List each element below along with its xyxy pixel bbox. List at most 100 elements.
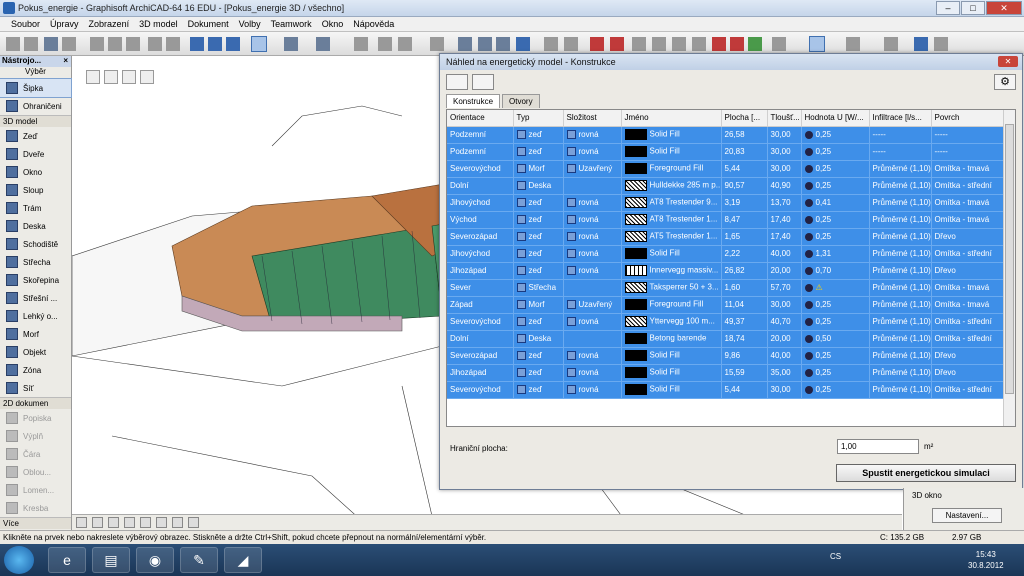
explore-icon[interactable] <box>188 517 199 528</box>
settings-button[interactable]: Nastavení... <box>932 508 1002 523</box>
tool-shell[interactable]: Skořepina <box>0 271 71 289</box>
tab-konstrukce[interactable]: Konstrukce <box>446 94 501 108</box>
print-icon[interactable] <box>62 37 76 51</box>
menu-dokument[interactable]: Dokument <box>183 17 234 31</box>
energy-settings-icon[interactable] <box>730 37 744 51</box>
tool-mesh[interactable]: Síť <box>0 379 71 397</box>
tool-morph[interactable]: Morf <box>0 325 71 343</box>
orbit-nav-icon[interactable] <box>172 517 183 528</box>
stretch-icon[interactable] <box>652 37 666 51</box>
start-button[interactable] <box>4 546 34 574</box>
tool-stair[interactable]: Schodiště <box>0 235 71 253</box>
gear-icon[interactable]: ⚙ <box>994 74 1016 90</box>
table-row[interactable]: Sever Střecha Taksperrer 50 + 3... 1,60 57,7… <box>447 279 1004 297</box>
zoom-tool-icon[interactable] <box>884 37 898 51</box>
menu-3d-model[interactable]: 3D model <box>134 17 183 31</box>
table-row[interactable]: Severozápad zeď rovná AT5 Trestender 1... 1,… <box>447 228 1004 246</box>
save-icon[interactable] <box>44 37 58 51</box>
table-scrollbar[interactable] <box>1003 110 1015 426</box>
col-typ[interactable]: Typ <box>513 110 564 127</box>
toolbox-group-3d-model[interactable]: 3D model <box>0 115 71 127</box>
copy-icon[interactable] <box>108 37 122 51</box>
tool-slab[interactable]: Deska <box>0 217 71 235</box>
tool-skylight[interactable]: Střešní ... <box>0 289 71 307</box>
refresh-icon[interactable] <box>472 74 494 90</box>
drag-icon[interactable] <box>564 37 578 51</box>
snap-icon[interactable] <box>284 37 298 51</box>
toolbox-group-2d[interactable]: 2D dokumen <box>0 397 71 409</box>
col-plocha[interactable]: Plocha [... <box>721 110 768 127</box>
tool-marquee[interactable]: Ohraničeni <box>0 97 71 115</box>
tool-arrow[interactable]: Šipka <box>0 78 72 98</box>
table-row[interactable]: Jihovýchod zeď rovná Solid Fill 2,22 40,00 1,3… <box>447 245 1004 263</box>
table-row[interactable]: Severovýchod Morf Uzavřený Foreground Fill 5… <box>447 160 1004 178</box>
pencil-icon[interactable] <box>226 37 240 51</box>
view-3d-icon[interactable] <box>772 37 786 51</box>
taskbar-archicad-icon[interactable]: ◢ <box>224 547 262 573</box>
zoom-in-icon[interactable] <box>76 517 87 528</box>
col-tloustka[interactable]: Tloušť... <box>767 110 802 127</box>
taskbar-ie-icon[interactable]: e <box>48 547 86 573</box>
table-row[interactable]: Dolní Deska Hulldekke 285 m p... 90,57 40,90… <box>447 177 1004 195</box>
pan-icon[interactable] <box>156 517 167 528</box>
energy-model-icon[interactable] <box>712 37 726 51</box>
col-orientace[interactable]: Orientace <box>447 110 514 127</box>
taskbar-paint-icon[interactable]: ✎ <box>180 547 218 573</box>
run-simulation-button[interactable]: Spustit energetickou simulaci <box>836 464 1016 482</box>
table-row[interactable]: Dolní Deska Betong barende 18,74 20,00 0,50 Pr… <box>447 330 1004 348</box>
maximize-button[interactable]: □ <box>961 1 985 15</box>
paste-icon[interactable] <box>126 37 140 51</box>
offset-icon[interactable] <box>610 37 624 51</box>
orbit-icon[interactable] <box>914 37 928 51</box>
fillet-icon[interactable] <box>672 37 686 51</box>
tool-column[interactable]: Sloup <box>0 181 71 199</box>
align-icon[interactable] <box>430 37 444 51</box>
table-row[interactable]: Západ Morf Uzavřený Foreground Fill 11,04 30,… <box>447 296 1004 314</box>
menu-volby[interactable]: Volby <box>234 17 266 31</box>
table-row[interactable]: Podzemní zeď rovná Solid Fill 26,58 30,00 0,25… <box>447 126 1004 144</box>
multiply-icon[interactable] <box>692 37 706 51</box>
tool-wall[interactable]: Zeď <box>0 127 71 145</box>
col-infiltrace[interactable]: Infiltrace [l/s... <box>869 110 932 127</box>
taskbar-chrome-icon[interactable]: ◉ <box>136 547 174 573</box>
redo-icon[interactable] <box>166 37 180 51</box>
fit-window-icon[interactable] <box>108 517 119 528</box>
cut-icon[interactable] <box>90 37 104 51</box>
system-clock[interactable]: 15:43 30.8.2012 <box>968 549 1004 571</box>
tool-curtain-wall[interactable]: Lehký o... <box>0 307 71 325</box>
table-row[interactable]: Jihovýchod zeď rovná AT8 Trestender 9... 3,1… <box>447 194 1004 212</box>
table-row[interactable]: Jihozápad zeď rovná Innervegg massiv... 26,8… <box>447 262 1004 280</box>
taskbar-explorer-icon[interactable]: ▤ <box>92 547 130 573</box>
dialog-close-button[interactable]: ✕ <box>998 56 1018 67</box>
perspective-icon[interactable] <box>846 37 860 51</box>
inject-icon[interactable] <box>208 37 222 51</box>
boundary-input[interactable]: 1,00 <box>837 439 919 454</box>
open-file-icon[interactable] <box>24 37 38 51</box>
table-row[interactable]: Podzemní zeď rovná Solid Fill 20,83 30,00 0,25… <box>447 143 1004 161</box>
toolbox-more[interactable]: Více <box>0 517 71 529</box>
table-row[interactable]: Východ zeď rovná AT8 Trestender 1... 8,47 17,… <box>447 211 1004 229</box>
trim-icon[interactable] <box>354 37 368 51</box>
zoom-out-icon[interactable] <box>92 517 103 528</box>
toolbox-close-icon[interactable]: × <box>63 56 68 65</box>
table-row[interactable]: Severovýchod zeď rovná Solid Fill 5,44 30,00 0… <box>447 381 1004 399</box>
menu-okno[interactable]: Okno <box>317 17 349 31</box>
resize-icon[interactable] <box>632 37 646 51</box>
close-button[interactable]: ✕ <box>986 1 1022 15</box>
tool-beam[interactable]: Trám <box>0 199 71 217</box>
tool-window[interactable]: Okno <box>0 163 71 181</box>
split-icon[interactable] <box>590 37 604 51</box>
previous-view-icon[interactable] <box>124 517 135 528</box>
energy-evaluation-icon[interactable] <box>748 37 762 51</box>
intersect-icon[interactable] <box>378 37 392 51</box>
tool-object[interactable]: Objekt <box>0 343 71 361</box>
table-row[interactable]: Jihozápad zeď rovná Solid Fill 15,59 35,00 0,2… <box>447 364 1004 382</box>
tool-door[interactable]: Dveře <box>0 145 71 163</box>
walk-icon[interactable] <box>934 37 948 51</box>
minimize-button[interactable]: – <box>936 1 960 15</box>
rotate-icon[interactable] <box>544 37 558 51</box>
eyedropper-icon[interactable] <box>190 37 204 51</box>
scrollbar-thumb[interactable] <box>1005 124 1014 394</box>
menu-soubor[interactable]: Soubor <box>6 17 45 31</box>
menu-napoveda[interactable]: Nápověda <box>348 17 399 31</box>
